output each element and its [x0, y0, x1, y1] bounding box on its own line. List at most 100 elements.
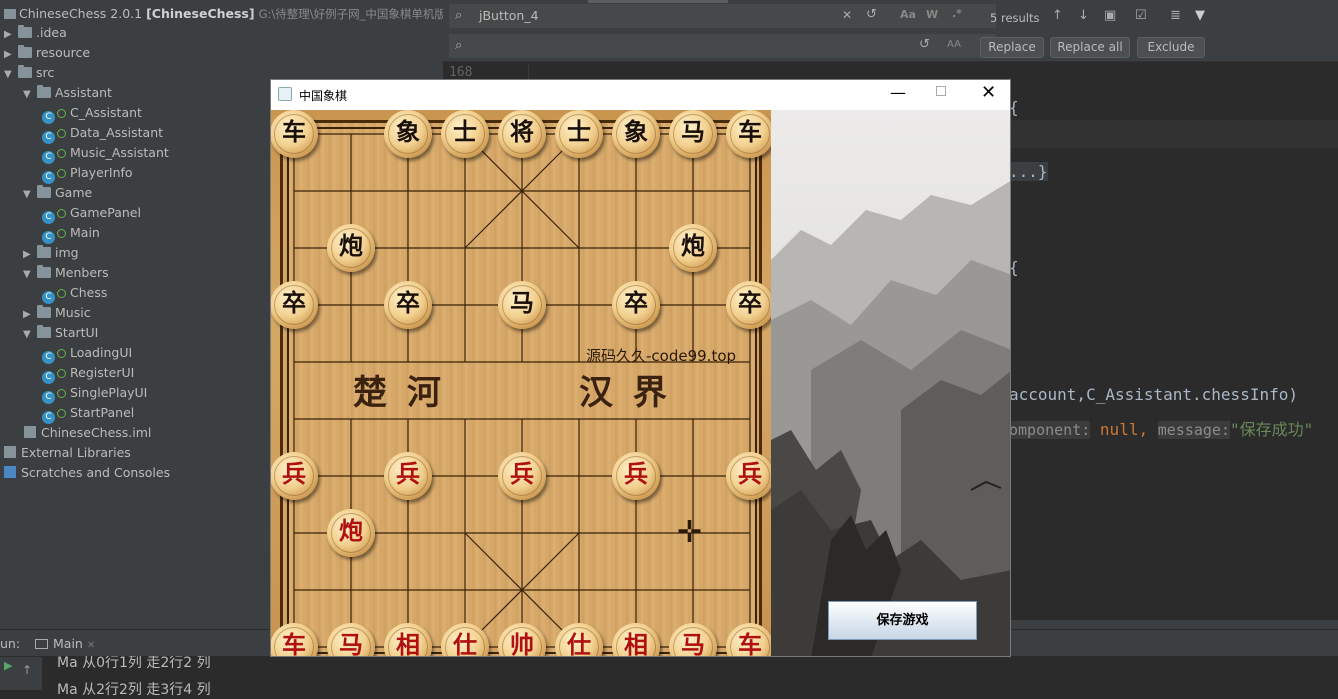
tree-item-music[interactable]: ▶ Music — [23, 303, 91, 323]
clear-search-icon[interactable]: ✕ — [842, 8, 852, 22]
chess-piece-black[interactable]: 将 — [498, 110, 546, 158]
regex-toggle[interactable]: .* — [952, 7, 962, 20]
collapsed-arrow-icon[interactable]: ▶ — [23, 245, 37, 265]
expanded-arrow-icon[interactable]: ▼ — [23, 85, 37, 105]
chess-piece-black[interactable]: 象 — [384, 110, 432, 158]
tree-item-label: RegisterUI — [70, 365, 135, 380]
select-all-occurrences-icon[interactable]: ▣ — [1104, 8, 1116, 23]
tree-item-registerui[interactable]: C RegisterUI — [42, 363, 135, 384]
filter-icon[interactable]: ▼ — [1195, 8, 1205, 23]
message-string: "保存成功" — [1229, 420, 1314, 439]
access-icon — [57, 389, 66, 398]
exclude-button[interactable]: Exclude — [1137, 37, 1205, 58]
history-icon[interactable]: ↺ — [866, 7, 877, 22]
project-module: [ChineseChess] — [146, 6, 255, 21]
param-hint-message: message: — [1157, 421, 1230, 439]
run-tab-main[interactable]: Main ✕ — [35, 636, 95, 651]
tree-item-external-libraries[interactable]: External Libraries — [4, 443, 131, 463]
java-app-icon — [278, 87, 292, 101]
expanded-arrow-icon[interactable]: ▼ — [23, 185, 37, 205]
tree-item-game[interactable]: ▼ Game — [23, 183, 92, 203]
chess-board[interactable]: 楚 河 汉 界 车象士将士象马车炮炮卒卒马卒卒兵兵兵兵兵炮车马相仕帅仕相马车 ✛ — [271, 110, 771, 656]
window-titlebar[interactable]: 中国象棋 — ✕ — [271, 80, 1010, 110]
chess-piece-red[interactable]: 兵 — [498, 452, 546, 500]
tree-item-startpanel[interactable]: C StartPanel — [42, 403, 135, 424]
chess-piece-red[interactable]: 兵 — [384, 452, 432, 500]
tree-item-gamepanel[interactable]: C GamePanel — [42, 203, 141, 224]
filter-lines-icon[interactable]: ≣ — [1170, 8, 1181, 23]
tree-item-chess[interactable]: C Chess — [42, 283, 107, 304]
chess-piece-black[interactable]: 炮 — [327, 224, 375, 272]
chess-piece-black[interactable]: 马 — [669, 110, 717, 158]
tree-item-data-assistant[interactable]: C Data_Assistant — [42, 123, 164, 144]
tree-item-menbers[interactable]: ▼ Menbers — [23, 263, 109, 283]
collapsed-arrow-icon[interactable]: ▶ — [4, 25, 18, 45]
chess-piece-red[interactable]: 兵 — [271, 452, 318, 500]
previous-occurrence-icon[interactable]: ↑ — [1052, 8, 1063, 23]
replace-all-button[interactable]: Replace all — [1050, 37, 1130, 58]
tree-item-chinesechess-iml[interactable]: ChineseChess.iml — [4, 423, 151, 443]
tree-item-singleplayui[interactable]: C SinglePlayUI — [42, 383, 147, 404]
maximize-icon[interactable] — [936, 86, 946, 96]
next-occurrence-icon[interactable]: ↓ — [1078, 8, 1089, 23]
access-icon — [57, 209, 66, 218]
chess-piece-red[interactable]: 兵 — [726, 452, 771, 500]
tree-item-playerinfo[interactable]: C PlayerInfo — [42, 163, 133, 184]
search-input[interactable]: jButton_4 — [479, 8, 539, 23]
expanded-arrow-icon[interactable]: ▼ — [23, 265, 37, 285]
code-fold[interactable]: ...} — [1009, 162, 1048, 181]
tree-item-assistant[interactable]: ▼ Assistant — [23, 83, 112, 103]
access-icon — [57, 129, 66, 138]
chess-piece-red[interactable]: 兵 — [612, 452, 660, 500]
tree-item-label: External Libraries — [21, 445, 131, 460]
chess-piece-black[interactable]: 象 — [612, 110, 660, 158]
chess-piece-black[interactable]: 士 — [555, 110, 603, 158]
tree-item-scratches-and-consoles[interactable]: Scratches and Consoles — [4, 463, 170, 483]
chess-piece-black[interactable]: 车 — [726, 110, 771, 158]
replace-search-icon[interactable]: ⌕ — [455, 38, 462, 53]
tree-item-src[interactable]: ▼ src — [4, 63, 54, 83]
tree-item-startui[interactable]: ▼ StartUI — [23, 323, 98, 343]
tree-item-label: Data_Assistant — [70, 125, 164, 140]
chess-piece-black[interactable]: 马 — [498, 281, 546, 329]
chess-piece-black[interactable]: 卒 — [612, 281, 660, 329]
minimize-icon[interactable]: — — [890, 83, 906, 102]
collapsed-arrow-icon[interactable]: ▶ — [4, 45, 18, 65]
tree-item-music-assistant[interactable]: C Music_Assistant — [42, 143, 169, 164]
scroll-up-icon[interactable]: ↑ — [22, 663, 32, 677]
tree-item-main[interactable]: C Main — [42, 223, 100, 244]
replace-history-icon[interactable]: ↺ — [919, 37, 930, 52]
chess-piece-black[interactable]: 卒 — [271, 281, 318, 329]
access-icon — [57, 229, 66, 238]
search-icon[interactable]: ⌕ — [455, 8, 462, 23]
preserve-case-toggle[interactable]: AA — [947, 39, 961, 50]
tree-item-loadingui[interactable]: C LoadingUI — [42, 343, 132, 364]
match-word-toggle[interactable]: W — [926, 8, 938, 21]
expanded-arrow-icon[interactable]: ▼ — [4, 65, 18, 85]
chess-piece-black[interactable]: 卒 — [726, 281, 771, 329]
collapsed-arrow-icon[interactable]: ▶ — [23, 305, 37, 325]
rerun-icon[interactable]: ▶ — [4, 659, 12, 672]
chess-piece-black[interactable]: 炮 — [669, 224, 717, 272]
tree-item-resource[interactable]: ▶ resource — [4, 43, 90, 63]
replace-box[interactable]: ⌕ ↺ AA — [449, 34, 996, 58]
tree-item-label: StartPanel — [70, 405, 135, 420]
close-tab-icon[interactable]: ✕ — [87, 640, 95, 651]
chess-piece-black[interactable]: 车 — [271, 110, 318, 158]
chess-window: 中国象棋 — ✕ 楚 河 汉 界 车象士将士象马车炮炮卒卒马卒卒兵兵兵兵兵炮车马… — [270, 79, 1011, 657]
chess-piece-red[interactable]: 炮 — [327, 509, 375, 557]
save-game-button[interactable]: 保存游戏 — [828, 601, 977, 640]
replace-button[interactable]: Replace — [980, 37, 1044, 58]
chess-piece-black[interactable]: 卒 — [384, 281, 432, 329]
tree-item-c-assistant[interactable]: C C_Assistant — [42, 103, 142, 124]
tree-item--idea[interactable]: ▶ .idea — [4, 23, 67, 43]
expanded-arrow-icon[interactable]: ▼ — [23, 325, 37, 345]
close-icon[interactable]: ✕ — [981, 82, 996, 103]
chess-piece-black[interactable]: 士 — [441, 110, 489, 158]
match-case-toggle[interactable]: Aa — [900, 8, 916, 21]
search-box[interactable]: ⌕ jButton_4 ✕ ↺ Aa W .* — [449, 4, 996, 28]
scroll-indicator — [588, 0, 728, 3]
in-selection-icon[interactable]: ☑ — [1135, 8, 1147, 23]
tree-item-img[interactable]: ▶ img — [23, 243, 79, 263]
library-icon — [4, 446, 16, 458]
